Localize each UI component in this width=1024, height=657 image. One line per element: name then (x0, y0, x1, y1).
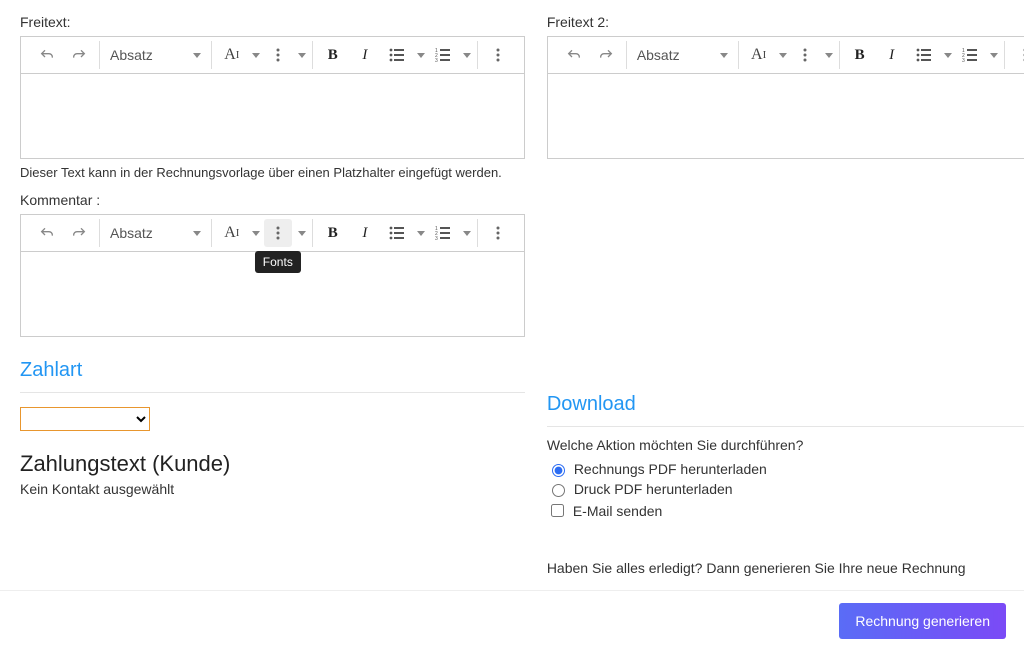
svg-text:3: 3 (962, 58, 965, 62)
format-select-label: Absatz (110, 47, 153, 63)
no-contact-text: Kein Kontakt ausgewählt (20, 481, 525, 497)
download-heading[interactable]: Download (547, 393, 1024, 422)
chevron-down-icon[interactable] (298, 231, 306, 236)
zahlart-select[interactable] (20, 407, 150, 431)
italic-button[interactable]: I (351, 41, 379, 69)
freitext-editor: Absatz AI B I (20, 36, 525, 159)
format-select-label: Absatz (110, 225, 153, 241)
freitext-textarea[interactable] (21, 74, 524, 158)
generate-button[interactable]: Rechnung generieren (839, 603, 1006, 639)
bullet-list-icon[interactable] (910, 41, 938, 69)
redo-icon[interactable] (65, 219, 93, 247)
font-size-icon[interactable]: AI (745, 41, 773, 69)
bold-button[interactable]: B (319, 41, 347, 69)
chevron-down-icon[interactable] (463, 53, 471, 58)
check-email[interactable]: E-Mail senden (547, 501, 1024, 520)
svg-text:3: 3 (435, 236, 438, 240)
redo-icon[interactable] (65, 41, 93, 69)
kommentar-label: Kommentar : (20, 192, 525, 208)
overflow-icon[interactable] (484, 219, 512, 247)
bullet-list-icon[interactable] (383, 41, 411, 69)
fonts-button[interactable]: Fonts (264, 219, 292, 247)
bullet-list-icon[interactable] (383, 219, 411, 247)
overflow-icon[interactable] (484, 41, 512, 69)
kommentar-toolbar: Absatz AI Fonts B I (21, 215, 524, 252)
freitext-label: Freitext: (20, 14, 525, 30)
radio-rechnungs-pdf-input[interactable] (552, 464, 565, 477)
redo-icon[interactable] (592, 41, 620, 69)
check-email-input[interactable] (551, 504, 564, 517)
radio-druck-pdf[interactable]: Druck PDF herunterladen (547, 481, 1024, 497)
format-select-label: Absatz (637, 47, 680, 63)
format-select[interactable]: Absatz (633, 41, 732, 69)
chevron-down-icon (720, 53, 728, 58)
svg-text:3: 3 (435, 58, 438, 62)
italic-button[interactable]: I (878, 41, 906, 69)
freitext2-toolbar: Absatz AI B I (548, 37, 1024, 74)
number-list-icon[interactable]: 123 (429, 219, 457, 247)
chevron-down-icon[interactable] (944, 53, 952, 58)
chevron-down-icon (193, 231, 201, 236)
number-list-icon[interactable]: 123 (956, 41, 984, 69)
chevron-down-icon[interactable] (825, 53, 833, 58)
check-email-label: E-Mail senden (573, 503, 663, 519)
freitext2-editor: Absatz AI B I (547, 36, 1024, 159)
undo-icon[interactable] (33, 219, 61, 247)
kommentar-editor: Absatz AI Fonts B I (20, 214, 525, 337)
format-select[interactable]: Absatz (106, 41, 205, 69)
chevron-down-icon[interactable] (252, 53, 260, 58)
radio-rechnungs-pdf[interactable]: Rechnungs PDF herunterladen (547, 461, 1024, 477)
radio-druck-pdf-label: Druck PDF herunterladen (574, 481, 733, 497)
chevron-down-icon[interactable] (463, 231, 471, 236)
number-list-icon[interactable]: 123 (429, 41, 457, 69)
chevron-down-icon[interactable] (779, 53, 787, 58)
more-icon[interactable] (791, 41, 819, 69)
chevron-down-icon[interactable] (417, 231, 425, 236)
bold-button[interactable]: B (319, 219, 347, 247)
freitext-help: Dieser Text kann in der Rechnungsvorlage… (20, 165, 525, 180)
font-size-icon[interactable]: AI (218, 41, 246, 69)
freitext2-label: Freitext 2: (547, 14, 1024, 30)
italic-button[interactable]: I (351, 219, 379, 247)
more-icon[interactable] (264, 41, 292, 69)
chevron-down-icon[interactable] (298, 53, 306, 58)
font-size-icon[interactable]: AI (218, 219, 246, 247)
zahlart-heading: Zahlart (20, 359, 525, 388)
zahlungstext-heading: Zahlungstext (Kunde) (20, 451, 525, 477)
format-select[interactable]: Absatz (106, 219, 205, 247)
chevron-down-icon (193, 53, 201, 58)
freitext2-textarea[interactable] (548, 74, 1024, 158)
fonts-tooltip: Fonts (255, 251, 301, 273)
download-heading-label: Download (547, 393, 636, 416)
chevron-down-icon[interactable] (990, 53, 998, 58)
done-text: Haben Sie alles erledigt? Dann generiere… (547, 560, 1024, 576)
radio-druck-pdf-input[interactable] (552, 484, 565, 497)
chevron-down-icon[interactable] (417, 53, 425, 58)
freitext-toolbar: Absatz AI B I (21, 37, 524, 74)
undo-icon[interactable] (33, 41, 61, 69)
radio-rechnungs-pdf-label: Rechnungs PDF herunterladen (574, 461, 767, 477)
bold-button[interactable]: B (846, 41, 874, 69)
download-question: Welche Aktion möchten Sie durchführen? (547, 437, 1024, 453)
undo-icon[interactable] (560, 41, 588, 69)
chevron-down-icon[interactable] (252, 231, 260, 236)
overflow-icon[interactable] (1011, 41, 1024, 69)
